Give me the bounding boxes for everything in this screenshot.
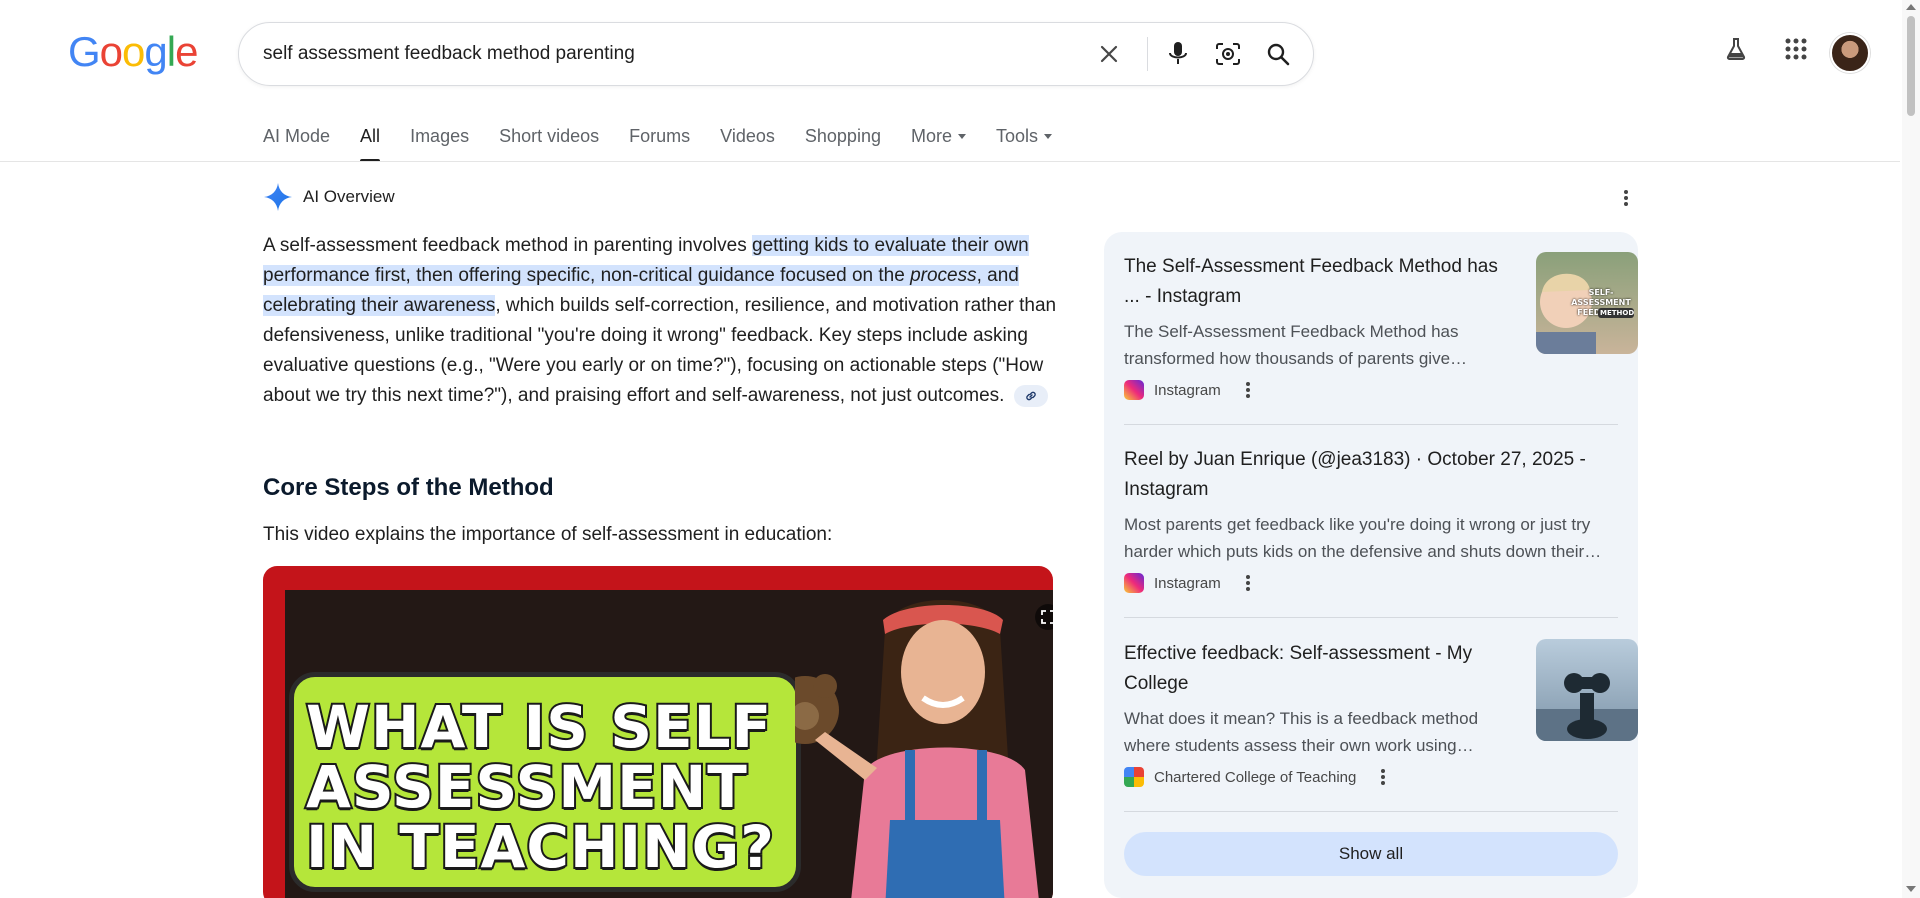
instagram-icon: [1124, 380, 1144, 400]
tab-images[interactable]: Images: [410, 124, 469, 148]
source-card[interactable]: Reel by Juan Enrique (@jea3183) · Octobe…: [1124, 445, 1618, 593]
source-site: Instagram: [1154, 381, 1221, 399]
source-description: What does it mean? This is a feedback me…: [1124, 709, 1479, 755]
labs-flask-icon[interactable]: [1723, 36, 1749, 62]
source-divider: [1124, 424, 1618, 425]
thumbnail-caption: METHOD: [1598, 308, 1635, 318]
gemini-sparkle-icon: [264, 183, 292, 211]
tab-label: Tools: [995, 125, 1039, 146]
source-title[interactable]: Effective feedback: Self-assessment - My…: [1124, 639, 1504, 699]
source-divider: [1124, 617, 1618, 618]
tabs-divider: [0, 161, 1900, 162]
search-tabs: AI Mode All Images Short videos Forums V…: [263, 124, 1082, 162]
clear-icon[interactable]: [1094, 39, 1124, 69]
source-description: Most parents get feedback like you're do…: [1124, 515, 1602, 561]
logo-letter: e: [175, 28, 198, 75]
ai-overview-header: AI Overview: [263, 182, 395, 212]
apps-grid-icon[interactable]: [1783, 36, 1809, 62]
tab-label: Videos: [720, 125, 775, 146]
source-more-icon[interactable]: [1243, 573, 1253, 593]
search-icon[interactable]: [1263, 39, 1293, 69]
video-title-line: ASSESSMENT: [304, 753, 749, 821]
source-link-chip[interactable]: [1013, 384, 1048, 407]
caret-down-icon: [1044, 133, 1053, 139]
source-more-icon[interactable]: [1243, 380, 1253, 400]
overview-text: A self-assessment feedback method in par…: [263, 235, 752, 256]
link-icon: [1025, 391, 1036, 401]
source-description: The Self-Assessment Feedback Method has …: [1124, 322, 1468, 368]
source-title[interactable]: Reel by Juan Enrique (@jea3183) · Octobe…: [1124, 445, 1618, 505]
tab-label: Shopping: [804, 125, 881, 146]
account-avatar[interactable]: [1830, 33, 1870, 73]
search-box: [238, 22, 1314, 86]
google-logo[interactable]: Google: [68, 28, 198, 75]
presenter-image: [795, 600, 1039, 898]
tab-shopping[interactable]: Shopping: [805, 124, 881, 148]
video-thumbnail[interactable]: WHAT IS SELF ASSESSMENT IN TEACHING?: [263, 566, 1053, 898]
tab-label: Images: [410, 125, 470, 146]
source-site: Chartered College of Teaching: [1154, 768, 1357, 786]
source-card[interactable]: The Self-Assessment Feedback Method has …: [1124, 252, 1638, 400]
logo-letter: G: [68, 28, 101, 75]
video-title-line: WHAT IS SELF: [304, 693, 773, 761]
source-card[interactable]: Effective feedback: Self-assessment - My…: [1124, 639, 1638, 787]
logo-letter: o: [122, 28, 145, 75]
tab-label: Forums: [629, 125, 691, 146]
scrollbar-thumb[interactable]: [1907, 16, 1915, 116]
caret-down-icon: [957, 133, 966, 139]
tab-tools[interactable]: Tools: [995, 124, 1053, 148]
tab-forums[interactable]: Forums: [629, 124, 690, 148]
highlighted-text-italic: process: [910, 265, 977, 286]
tab-ai-mode[interactable]: AI Mode: [263, 124, 330, 148]
video-title-box: WHAT IS SELF ASSESSMENT IN TEACHING?: [289, 672, 801, 892]
tab-label: AI Mode: [263, 125, 331, 146]
search-input[interactable]: [263, 23, 1063, 85]
show-all-button[interactable]: Show all: [1124, 832, 1618, 876]
tab-more[interactable]: More: [911, 124, 966, 148]
section-heading: Core Steps of the Method: [263, 474, 554, 501]
tab-short-videos[interactable]: Short videos: [499, 124, 599, 148]
source-thumbnail[interactable]: SELF-ASSESSMENT FEEDBACK METHOD: [1536, 252, 1638, 354]
video-title-line: IN TEACHING?: [304, 813, 776, 881]
google-lens-icon[interactable]: [1213, 39, 1243, 69]
ai-overview-text: A self-assessment feedback method in par…: [263, 231, 1063, 411]
source-title[interactable]: The Self-Assessment Feedback Method has …: [1124, 252, 1504, 312]
source-site: Instagram: [1154, 574, 1221, 592]
video-frame: WHAT IS SELF ASSESSMENT IN TEACHING?: [285, 590, 1053, 898]
microphone-icon[interactable]: [1163, 39, 1193, 69]
search-divider: [1147, 37, 1148, 71]
logo-letter: o: [99, 28, 123, 75]
tab-all[interactable]: All: [360, 124, 381, 162]
instagram-icon: [1124, 573, 1144, 593]
video-intro-text: This video explains the importance of se…: [263, 524, 833, 545]
tab-label: All: [360, 125, 381, 146]
chartered-college-icon: [1124, 767, 1144, 787]
sources-panel: The Self-Assessment Feedback Method has …: [1104, 232, 1638, 898]
ai-overview-more-icon[interactable]: [1620, 188, 1632, 212]
tab-label: Short videos: [499, 125, 600, 146]
tab-videos[interactable]: Videos: [720, 124, 775, 148]
ai-overview-title: AI Overview: [303, 187, 395, 206]
source-thumbnail[interactable]: [1536, 639, 1638, 741]
page-scrollbar[interactable]: [1902, 0, 1920, 898]
tab-label: More: [910, 125, 952, 146]
source-more-icon[interactable]: [1378, 767, 1388, 787]
source-divider: [1124, 811, 1618, 812]
scroll-up-icon[interactable]: [1906, 4, 1916, 10]
logo-letter: g: [144, 28, 167, 75]
logo-letter: l: [166, 28, 176, 75]
scroll-down-icon[interactable]: [1906, 886, 1916, 892]
